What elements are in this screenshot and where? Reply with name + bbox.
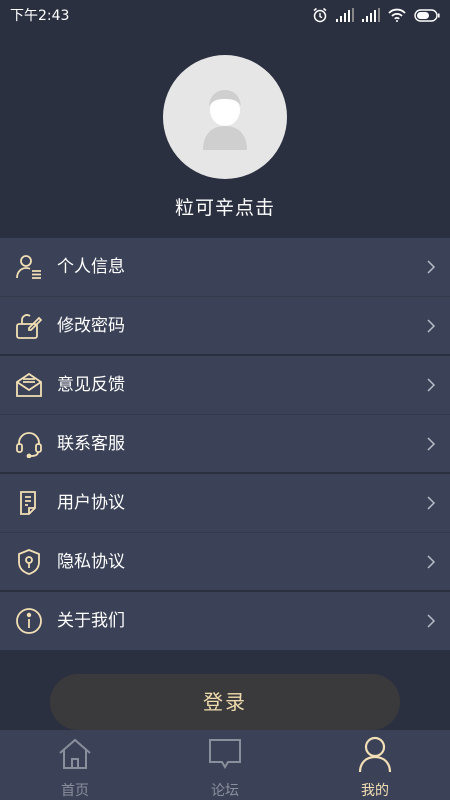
user-info-icon xyxy=(14,252,44,282)
avatar[interactable] xyxy=(163,55,287,179)
tab-label: 首页 xyxy=(61,783,89,799)
wifi-icon xyxy=(388,8,406,22)
home-icon xyxy=(55,734,95,774)
person-icon xyxy=(355,734,395,774)
default-avatar-icon xyxy=(190,80,260,154)
profile-header: 粒可辛点击 xyxy=(0,30,450,236)
tab-mine[interactable]: 我的 xyxy=(300,730,450,800)
menu-group-agreements: 用户协议 隐私协议 xyxy=(0,474,450,590)
menu-item-label: 联系客服 xyxy=(57,434,125,454)
chevron-right-icon xyxy=(427,319,436,333)
tab-bar: 首页 论坛 我的 xyxy=(0,730,450,800)
signal-icon xyxy=(336,8,354,22)
signal-icon xyxy=(362,8,380,22)
menu-item-label: 意见反馈 xyxy=(57,375,125,395)
alarm-icon xyxy=(312,7,328,23)
info-icon xyxy=(14,606,44,636)
menu-item-personal-info[interactable]: 个人信息 xyxy=(0,238,450,296)
chat-icon xyxy=(205,734,245,774)
menu-item-user-agreement[interactable]: 用户协议 xyxy=(0,474,450,532)
status-time: 下午2:43 xyxy=(10,8,70,24)
menu-group-support: 意见反馈 联系客服 xyxy=(0,356,450,472)
chevron-right-icon xyxy=(427,378,436,392)
headset-icon xyxy=(14,429,44,459)
tab-forum[interactable]: 论坛 xyxy=(150,730,300,800)
chevron-right-icon xyxy=(427,496,436,510)
menu-item-label: 隐私协议 xyxy=(57,552,125,572)
menu-item-label: 个人信息 xyxy=(57,257,125,277)
chevron-right-icon xyxy=(427,260,436,274)
chevron-right-icon xyxy=(427,437,436,451)
tab-label: 我的 xyxy=(361,783,389,799)
screen: 下午2:43 粒可辛点击 个人信息 修改密码 意见反馈 联系客服 用户协议 隐私… xyxy=(0,0,450,800)
username[interactable]: 粒可辛点击 xyxy=(0,193,450,220)
shield-icon xyxy=(14,547,44,577)
menu-item-customer-service[interactable]: 联系客服 xyxy=(0,414,450,472)
menu-item-feedback[interactable]: 意见反馈 xyxy=(0,356,450,414)
menu-group-about: 关于我们 xyxy=(0,592,450,650)
battery-icon xyxy=(414,8,440,22)
chevron-right-icon xyxy=(427,555,436,569)
login-button[interactable]: 登录 xyxy=(50,674,400,730)
tab-home[interactable]: 首页 xyxy=(0,730,150,800)
menu-item-about-us[interactable]: 关于我们 xyxy=(0,592,450,650)
tab-label: 论坛 xyxy=(211,783,239,799)
chevron-right-icon xyxy=(427,614,436,628)
menu-item-change-password[interactable]: 修改密码 xyxy=(0,296,450,354)
menu-item-label: 用户协议 xyxy=(57,493,125,513)
edit-lock-icon xyxy=(14,311,44,341)
menu-item-label: 修改密码 xyxy=(57,316,125,336)
status-icons xyxy=(312,7,440,23)
menu-group-account: 个人信息 修改密码 xyxy=(0,238,450,354)
document-icon xyxy=(14,488,44,518)
status-bar: 下午2:43 xyxy=(0,0,450,30)
mail-icon xyxy=(14,370,44,400)
menu-item-privacy-agreement[interactable]: 隐私协议 xyxy=(0,532,450,590)
menu-item-label: 关于我们 xyxy=(57,611,125,631)
